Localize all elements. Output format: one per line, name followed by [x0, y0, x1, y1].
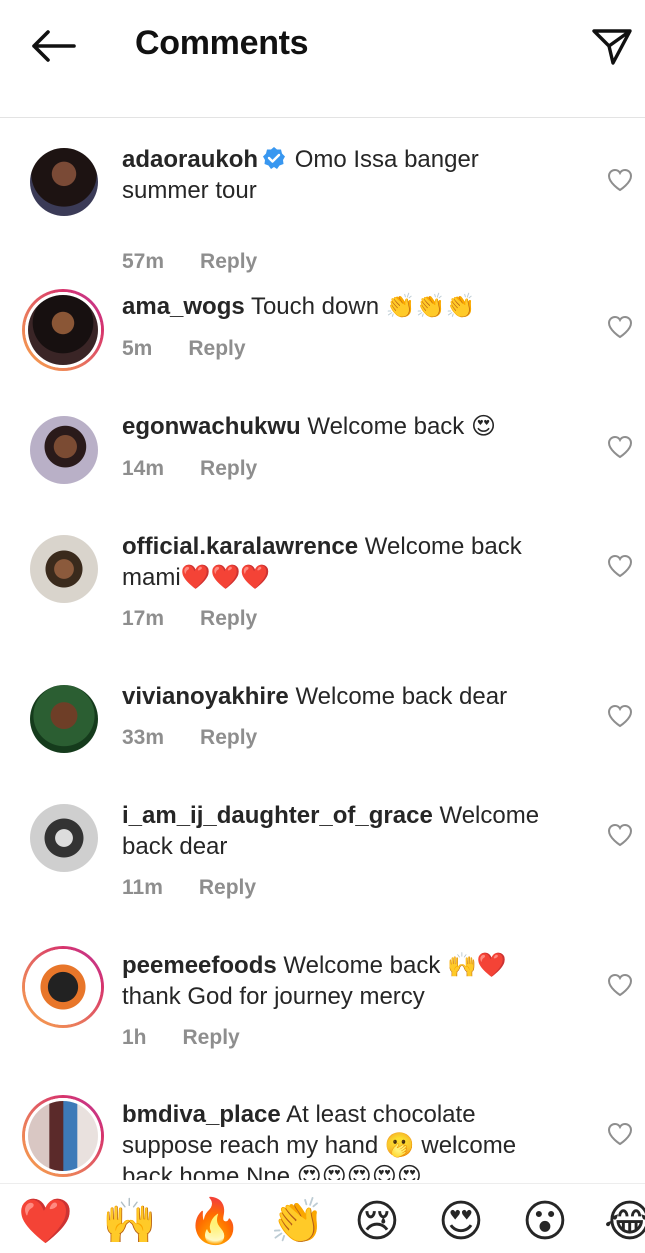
avatar[interactable] — [30, 804, 98, 872]
username[interactable]: peemeefoods — [122, 952, 277, 979]
comment-time: 14m — [122, 457, 165, 480]
emoji-clap[interactable]: 👏 — [270, 1198, 325, 1246]
emoji-raised-hands[interactable]: 🙌 — [102, 1198, 157, 1246]
avatar[interactable] — [30, 148, 98, 216]
avatar[interactable] — [22, 946, 104, 1028]
reaction-bar: ❤️ 🙌 🔥 👏 😢 😍 😮 😂 — [0, 1183, 645, 1253]
username[interactable]: official.karalawrence — [122, 533, 358, 560]
verified-badge-icon — [263, 147, 286, 169]
emoji-surprised[interactable]: 😮 — [522, 1198, 568, 1246]
emoji-laughing[interactable]: 😂 — [604, 1198, 645, 1246]
avatar[interactable] — [30, 535, 98, 603]
comment-text: Touch down 👏👏👏 — [250, 293, 476, 320]
emoji-crying[interactable]: 😢 — [354, 1198, 400, 1246]
emoji-heart-eyes[interactable]: 😍 — [438, 1198, 484, 1246]
back-arrow-icon[interactable] — [30, 28, 76, 64]
emoji-fire[interactable]: 🔥 — [187, 1198, 242, 1246]
heart-icon[interactable] — [607, 315, 633, 339]
avatar[interactable] — [22, 1095, 104, 1177]
send-icon[interactable] — [591, 26, 633, 66]
reply-button[interactable]: Reply — [200, 726, 257, 749]
comment-time: 5m — [122, 337, 153, 360]
username[interactable]: egonwachukwu — [122, 413, 301, 440]
username[interactable]: adaoraukoh — [122, 146, 258, 173]
emoji-heart[interactable]: ❤️ — [18, 1198, 73, 1246]
reply-button[interactable]: Reply — [183, 1026, 240, 1049]
heart-icon[interactable] — [607, 1122, 633, 1146]
avatar[interactable] — [30, 416, 98, 484]
reply-button[interactable]: Reply — [200, 457, 257, 480]
avatar[interactable] — [30, 685, 98, 753]
heart-icon[interactable] — [607, 973, 633, 997]
reply-button[interactable]: Reply — [200, 250, 257, 273]
heart-icon[interactable] — [607, 435, 633, 459]
avatar[interactable] — [22, 289, 104, 371]
username[interactable]: vivianoyakhire — [122, 683, 289, 710]
heart-icon[interactable] — [607, 554, 633, 578]
comment-text: Welcome back 😍 — [307, 413, 496, 440]
comment-time: 17m — [122, 607, 165, 630]
reply-button[interactable]: Reply — [200, 607, 257, 630]
comment-time: 33m — [122, 726, 165, 749]
comment-time: 1h — [122, 1026, 147, 1049]
page-title: Comments — [135, 24, 309, 62]
heart-icon[interactable] — [607, 823, 633, 847]
comment-time: 11m — [122, 876, 163, 899]
reply-button[interactable]: Reply — [199, 876, 256, 899]
heart-icon[interactable] — [607, 704, 633, 728]
reply-button[interactable]: Reply — [188, 337, 245, 360]
username[interactable]: i_am_ij_daughter_of_grace — [122, 802, 433, 829]
comment-time: 57m — [122, 250, 165, 273]
comment-text: Welcome back dear — [295, 683, 508, 710]
header: Comments — [0, 0, 645, 118]
username[interactable]: bmdiva_place — [122, 1101, 281, 1128]
username[interactable]: ama_wogs — [122, 293, 245, 320]
comment-list[interactable]: adaoraukoh Omo Issa banger summer tour 5… — [0, 118, 645, 1180]
heart-icon[interactable] — [607, 168, 633, 192]
